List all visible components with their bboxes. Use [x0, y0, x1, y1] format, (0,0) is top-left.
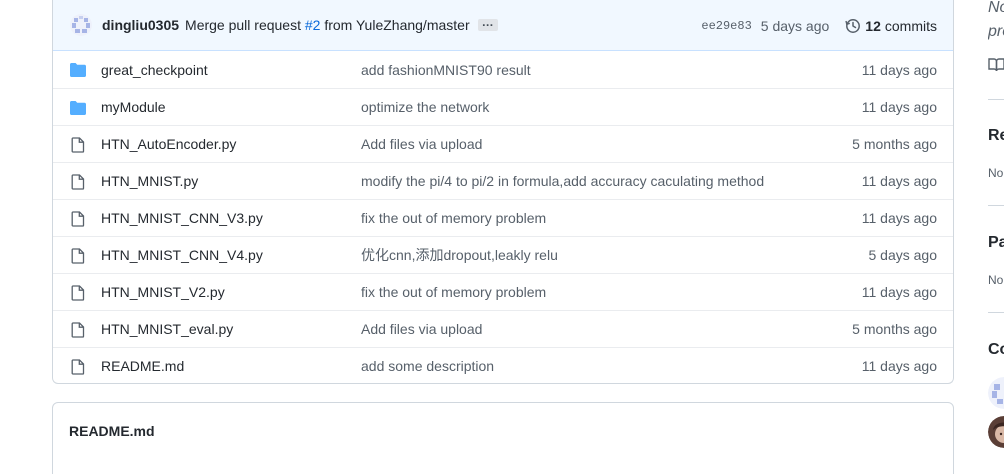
file-commit-age: 5 months ago: [852, 321, 937, 337]
contributors-heading[interactable]: Co: [988, 341, 1004, 359]
sidebar-divider: [988, 205, 1004, 206]
commit-author-link[interactable]: dingliu0305: [102, 17, 179, 33]
file-icon: [69, 137, 87, 153]
file-commit-message-link[interactable]: modify the pi/4 to pi/2 in formula,add a…: [361, 173, 764, 189]
file-row[interactable]: README.md add some description 11 days ago: [53, 347, 953, 383]
file-name-link[interactable]: HTN_MNIST_eval.py: [101, 321, 233, 337]
folder-icon: [69, 62, 87, 78]
latest-commit-bar: dingliu0305 Merge pull request #2 from Y…: [53, 0, 953, 51]
commit-message[interactable]: Merge pull request #2 from YuleZhang/mas…: [185, 17, 470, 33]
commit-message-prefix[interactable]: Merge pull request: [185, 17, 305, 33]
file-icon: [69, 322, 87, 338]
file-icon: [69, 174, 87, 190]
file-commit-message-link[interactable]: 优化cnn,添加dropout,leakly relu: [361, 245, 558, 265]
file-commit-message-link[interactable]: fix the out of memory problem: [361, 210, 546, 226]
file-commit-message-link[interactable]: Add files via upload: [361, 321, 482, 337]
file-commit-message-link[interactable]: Add files via upload: [361, 136, 482, 152]
commits-link[interactable]: commits: [885, 18, 937, 34]
file-name-link[interactable]: HTN_MNIST_CNN_V3.py: [101, 210, 263, 226]
releases-empty-text: No: [988, 166, 1004, 180]
file-name-link[interactable]: README.md: [101, 358, 184, 374]
commit-meta: ee29e83 5 days ago 12 commits: [701, 0, 937, 51]
sidebar-divider: [988, 99, 1004, 100]
file-row[interactable]: HTN_AutoEncoder.py Add files via upload 5 …: [53, 125, 953, 162]
file-name-link[interactable]: HTN_MNIST_CNN_V4.py: [101, 247, 263, 263]
releases-heading[interactable]: Re: [988, 127, 1004, 145]
file-commit-message-link[interactable]: add fashionMNIST90 result: [361, 62, 531, 78]
file-icon: [69, 248, 87, 264]
commit-message-suffix[interactable]: from YuleZhang/master: [320, 17, 469, 33]
about-line-1: No: [988, 0, 1004, 16]
file-commit-message-link[interactable]: fix the out of memory problem: [361, 284, 546, 300]
file-row[interactable]: HTN_MNIST.py modify the pi/4 to pi/2 in f…: [53, 162, 953, 199]
file-commit-age: 5 days ago: [868, 247, 938, 263]
folder-icon: [69, 100, 87, 116]
history-icon[interactable]: [845, 18, 861, 34]
file-commit-message-link[interactable]: add some description: [361, 358, 494, 374]
expand-commit-message-button[interactable]: …: [477, 16, 498, 31]
file-icon: [69, 359, 87, 375]
commit-sha-link[interactable]: ee29e83: [701, 19, 751, 33]
file-row[interactable]: HTN_MNIST_CNN_V4.py 优化cnn,添加dropout,leakl…: [53, 236, 953, 273]
file-icon: [69, 211, 87, 227]
file-icon: [69, 285, 87, 301]
pull-request-link[interactable]: #2: [305, 17, 321, 33]
file-commit-age: 11 days ago: [861, 99, 937, 115]
about-line-2: pro: [988, 23, 1004, 40]
contributor-avatar[interactable]: [988, 416, 1004, 448]
file-commit-age: 11 days ago: [861, 61, 937, 78]
file-row[interactable]: HTN_MNIST_CNN_V3.py fix the out of memory…: [53, 199, 953, 236]
repo-page: dingliu0305 Merge pull request #2 from Y…: [0, 0, 1004, 474]
author-avatar[interactable]: [69, 13, 93, 37]
right-sidebar: No pro Re No Pa No Co: [988, 0, 1004, 474]
sidebar-divider: [988, 312, 1004, 313]
packages-heading[interactable]: Pa: [988, 234, 1004, 252]
file-row[interactable]: myModule optimize the network 11 days ago: [53, 88, 953, 125]
commits-count[interactable]: 12: [865, 18, 881, 34]
file-name-link[interactable]: HTN_MNIST_V2.py: [101, 284, 225, 300]
file-commit-age: 11 days ago: [861, 284, 937, 300]
file-list: great_checkpoint add fashionMNIST90 resul…: [53, 51, 953, 383]
file-commit-age: 11 days ago: [861, 210, 937, 226]
file-name-link[interactable]: myModule: [101, 99, 166, 115]
file-row[interactable]: great_checkpoint add fashionMNIST90 resul…: [53, 51, 953, 88]
file-row[interactable]: HTN_MNIST_V2.py fix the out of memory pro…: [53, 273, 953, 310]
file-commit-age: 5 months ago: [852, 136, 937, 152]
file-row[interactable]: HTN_MNIST_eval.py Add files via upload 5 m…: [53, 310, 953, 347]
book-icon[interactable]: [988, 57, 1004, 76]
readme-title[interactable]: README.md: [69, 423, 155, 439]
file-commit-age: 11 days ago: [861, 358, 937, 374]
readme-panel: README.md: [52, 402, 954, 474]
commit-time[interactable]: 5 days ago: [761, 18, 830, 34]
file-browser: dingliu0305 Merge pull request #2 from Y…: [52, 0, 954, 384]
file-name-link[interactable]: great_checkpoint: [101, 62, 208, 78]
packages-empty-text: No: [988, 273, 1004, 287]
file-commit-message-link[interactable]: optimize the network: [361, 99, 489, 115]
about-description: No pro: [988, 0, 1004, 44]
file-name-link[interactable]: HTN_MNIST.py: [101, 173, 198, 189]
file-commit-age: 11 days ago: [861, 173, 937, 189]
file-name-link[interactable]: HTN_AutoEncoder.py: [101, 136, 236, 152]
contributor-avatar[interactable]: [988, 377, 1004, 409]
